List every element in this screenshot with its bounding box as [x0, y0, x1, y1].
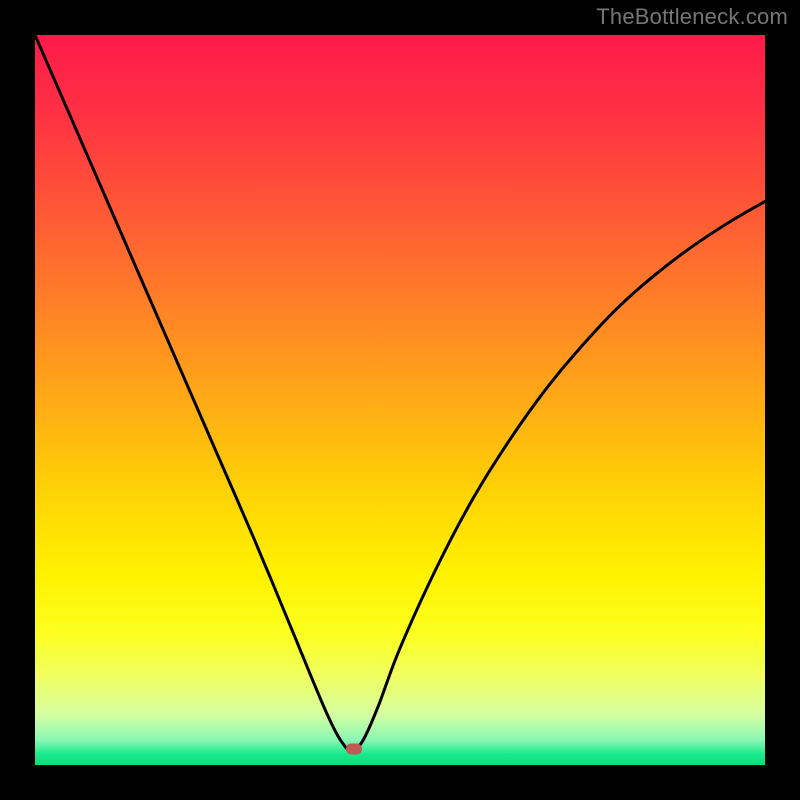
chart-frame: TheBottleneck.com	[0, 0, 800, 800]
curve-line	[35, 35, 765, 765]
plot-area	[35, 35, 765, 765]
bottleneck-marker	[346, 744, 362, 755]
watermark-text: TheBottleneck.com	[596, 4, 788, 30]
